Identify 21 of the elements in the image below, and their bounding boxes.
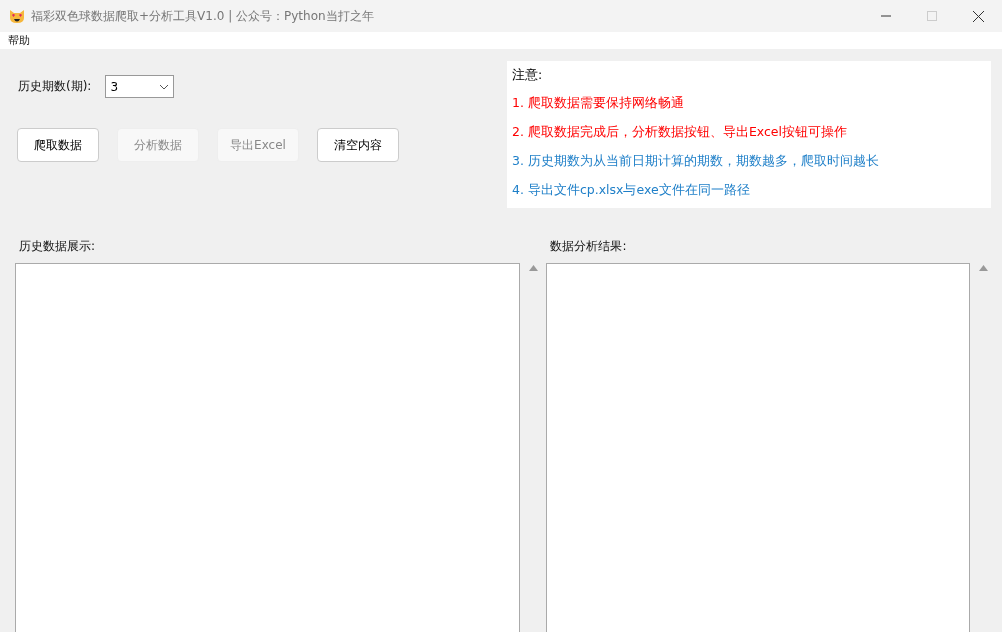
menu-item[interactable]: 帮助	[8, 33, 30, 48]
period-label: 历史期数(期):	[18, 78, 92, 95]
maximize-icon[interactable]	[927, 11, 937, 21]
action-button[interactable]: 清空内容	[317, 128, 399, 162]
action-button[interactable]: 爬取数据	[17, 128, 99, 162]
period-dropdown[interactable]: 3	[105, 75, 175, 98]
panel-label: 历史数据展示:	[18, 238, 97, 255]
scroll-up-icon[interactable]	[528, 265, 538, 271]
notice-text: 4. 导出文件cp.xlsx与exe文件在同一路径	[512, 181, 751, 199]
notice-title: 注意:	[512, 67, 544, 83]
window-title: 福彩双色球数据爬取+分析工具V1.0 | 公众号：Python当打之年	[31, 7, 374, 25]
text-area[interactable]	[546, 263, 970, 632]
panel-label: 数据分析结果:	[549, 238, 628, 255]
cat-face-icon	[9, 8, 25, 24]
notice-text: 1. 爬取数据需要保持网络畅通	[512, 94, 685, 112]
caret-icon	[159, 83, 170, 90]
text-area[interactable]	[15, 263, 521, 632]
notice-text: 3. 历史期数为从当前日期计算的期数，期数越多，爬取时间越长	[512, 152, 880, 170]
close-icon[interactable]	[973, 10, 984, 22]
notice-text: 2. 爬取数据完成后，分析数据按钮、导出Excel按钮可操作	[512, 123, 848, 141]
scroll-up-icon[interactable]	[978, 265, 988, 271]
